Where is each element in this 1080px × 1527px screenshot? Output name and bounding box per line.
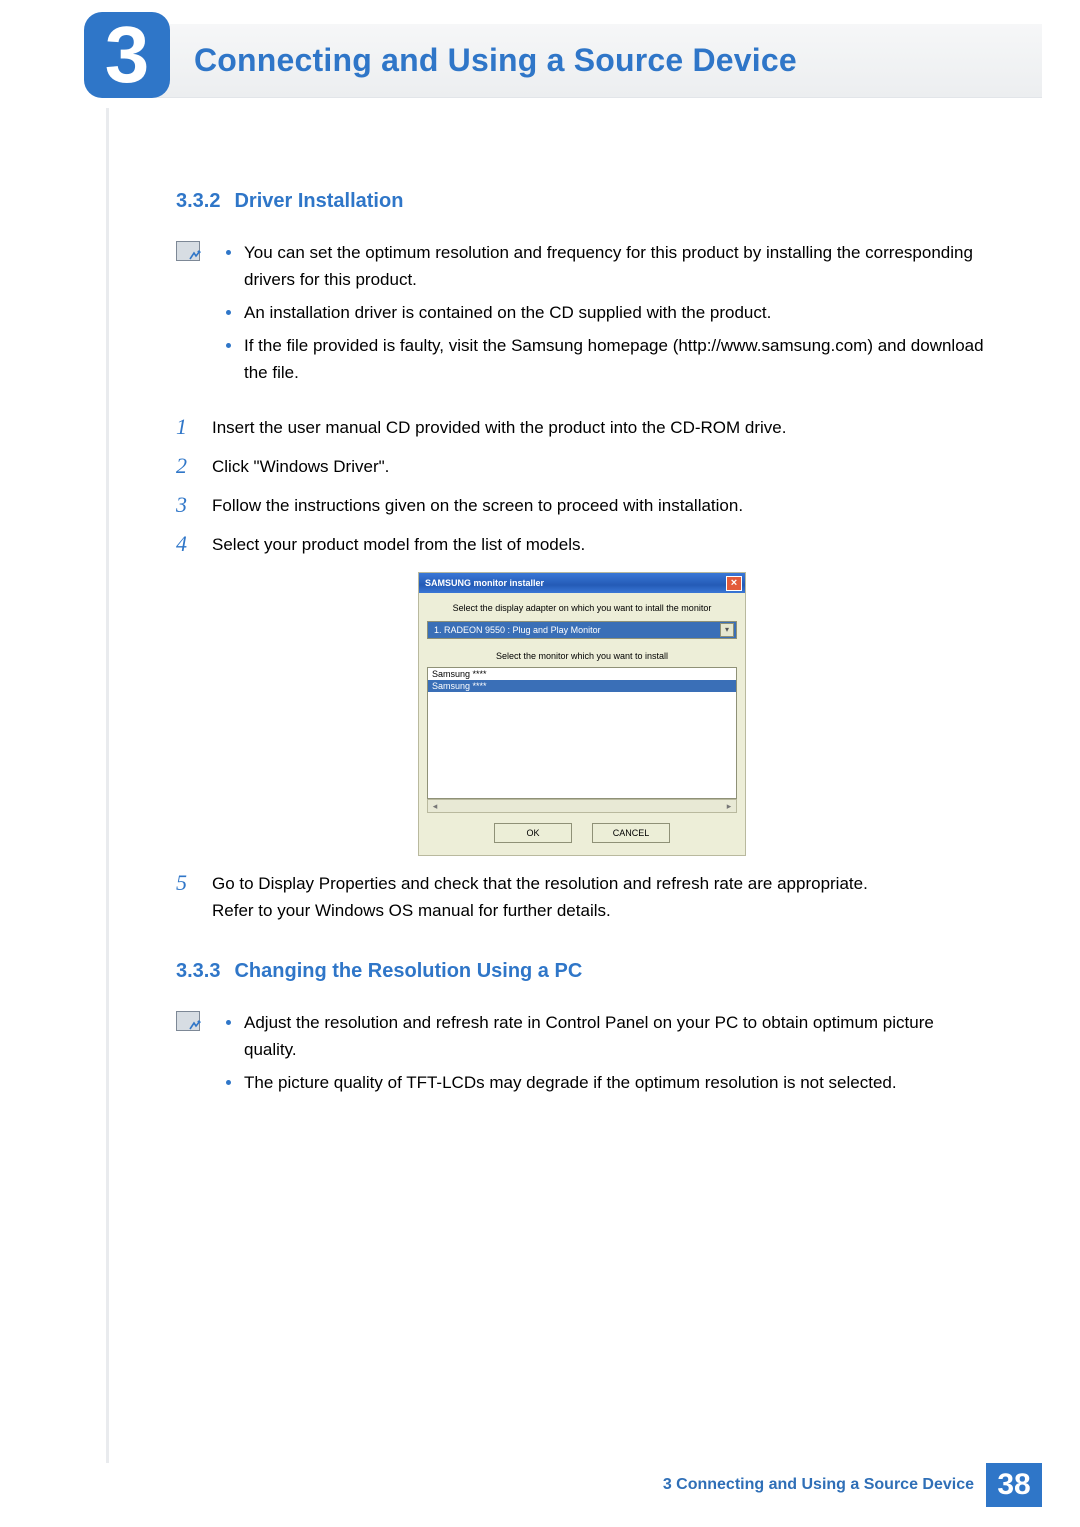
step-text-line: Refer to your Windows OS manual for furt… <box>212 901 611 920</box>
installer-prompt-adapter: Select the display adapter on which you … <box>419 593 745 621</box>
adapter-selected: 1. RADEON 9550 : Plug and Play Monitor <box>434 625 601 635</box>
note-item: Adjust the resolution and refresh rate i… <box>220 1009 988 1063</box>
page-number: 38 <box>986 1463 1042 1507</box>
list-item[interactable]: Samsung **** <box>428 680 736 692</box>
note-bullets-333: Adjust the resolution and refresh rate i… <box>220 1009 988 1102</box>
scroll-right-icon[interactable]: ▸ <box>722 801 736 812</box>
installer-dialog: SAMSUNG monitor installer × Select the d… <box>418 572 746 856</box>
step-text: Go to Display Properties and check that … <box>212 870 988 924</box>
list-item[interactable]: Samsung **** <box>428 668 736 680</box>
installer-titlebar: SAMSUNG monitor installer × <box>419 573 745 593</box>
chapter-number-badge: 3 <box>84 12 170 98</box>
step-item: 2 Click "Windows Driver". <box>176 453 988 480</box>
note-item: You can set the optimum resolution and f… <box>220 239 988 293</box>
step-number: 4 <box>176 531 196 558</box>
step-item: 1 Insert the user manual CD provided wit… <box>176 414 988 441</box>
step-item: 4 Select your product model from the lis… <box>176 531 988 558</box>
section-title: Changing the Resolution Using a PC <box>234 960 582 983</box>
step-number: 5 <box>176 870 196 924</box>
step-item: 5 Go to Display Properties and check tha… <box>176 870 988 924</box>
step-item: 3 Follow the instructions given on the s… <box>176 492 988 519</box>
step-number: 2 <box>176 453 196 480</box>
note-bullets-332: You can set the optimum resolution and f… <box>220 239 988 392</box>
section-heading-333: 3.3.3 Changing the Resolution Using a PC <box>176 960 988 983</box>
left-margin-band <box>106 108 109 1463</box>
installer-title: SAMSUNG monitor installer <box>425 578 544 588</box>
step-text: Follow the instructions given on the scr… <box>212 492 988 519</box>
note-item: The picture quality of TFT-LCDs may degr… <box>220 1069 988 1096</box>
adapter-dropdown[interactable]: 1. RADEON 9550 : Plug and Play Monitor ▾ <box>427 621 737 639</box>
page-footer: 3 Connecting and Using a Source Device 3… <box>106 1463 1042 1507</box>
chevron-down-icon[interactable]: ▾ <box>720 623 734 637</box>
step-number: 1 <box>176 414 196 441</box>
cancel-button[interactable]: CANCEL <box>592 823 670 843</box>
install-steps: 1 Insert the user manual CD provided wit… <box>176 414 988 558</box>
installer-prompt-monitor: Select the monitor which you want to ins… <box>419 647 745 667</box>
installer-buttons: OK CANCEL <box>419 823 745 843</box>
ok-button[interactable]: OK <box>494 823 572 843</box>
note-item: An installation driver is contained on t… <box>220 299 988 326</box>
section-number: 3.3.2 <box>176 190 220 213</box>
step-text-line: Go to Display Properties and check that … <box>212 874 868 893</box>
section-heading-332: 3.3.2 Driver Installation <box>176 190 988 213</box>
step-text: Click "Windows Driver". <box>212 453 988 480</box>
step-text: Select your product model from the list … <box>212 531 988 558</box>
note-item: If the file provided is faulty, visit th… <box>220 332 988 386</box>
note-block-333: Adjust the resolution and refresh rate i… <box>176 1009 988 1102</box>
section-number: 3.3.3 <box>176 960 220 983</box>
install-steps-cont: 5 Go to Display Properties and check tha… <box>176 870 988 924</box>
footer-chapter-label: 3 Connecting and Using a Source Device <box>663 1476 974 1494</box>
scroll-left-icon[interactable]: ◂ <box>428 801 442 812</box>
note-icon <box>176 1011 200 1031</box>
note-block-332: You can set the optimum resolution and f… <box>176 239 988 392</box>
step-text: Insert the user manual CD provided with … <box>212 414 988 441</box>
monitor-list[interactable]: Samsung **** Samsung **** <box>427 667 737 799</box>
close-icon[interactable]: × <box>726 576 742 591</box>
note-icon <box>176 241 200 261</box>
step-number: 3 <box>176 492 196 519</box>
chapter-title: Connecting and Using a Source Device <box>194 42 797 79</box>
section-title: Driver Installation <box>234 190 403 213</box>
horizontal-scrollbar[interactable]: ◂ ▸ <box>427 799 737 813</box>
